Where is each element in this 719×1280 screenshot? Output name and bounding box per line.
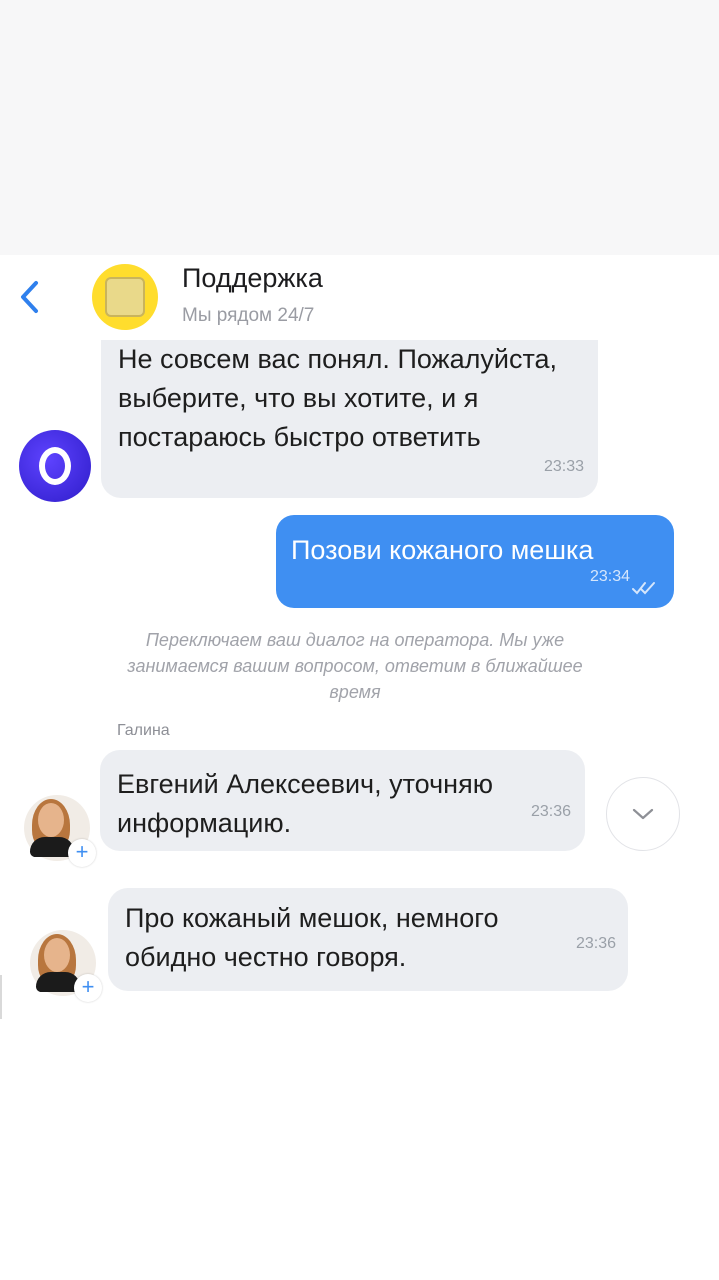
- message-text: Про кожаный мешок, немного обидно честно…: [125, 903, 499, 972]
- bot-logo-icon: [39, 447, 71, 485]
- back-button[interactable]: [14, 277, 44, 317]
- chat-subtitle: Мы рядом 24/7: [182, 305, 315, 326]
- double-check-icon: [632, 582, 655, 595]
- chevron-down-icon: [632, 808, 654, 820]
- message-time: 23:36: [575, 935, 616, 952]
- chat-screen: Поддержка Мы рядом 24/7 Не совсем вас по…: [0, 255, 719, 1020]
- chevron-left-icon: [21, 281, 38, 313]
- message-bubble-operator: Евгений Алексеевич, уточняю информацию. …: [100, 750, 585, 851]
- message-bubble-bot: Не совсем вас понял. Пожалуйста, выберит…: [101, 340, 598, 498]
- message-time: 23:33: [543, 458, 584, 475]
- operator-avatar[interactable]: +: [30, 930, 102, 1002]
- bank-emblem-icon: [105, 277, 145, 317]
- operator-avatar[interactable]: +: [24, 795, 96, 867]
- bottom-blank-area: [0, 1020, 719, 1280]
- avatar-face: [38, 803, 64, 837]
- message-text: Евгений Алексеевич, уточняю информацию.: [117, 769, 493, 838]
- bot-avatar: [19, 430, 91, 502]
- avatar-face: [44, 938, 70, 972]
- message-time: 23:36: [530, 803, 571, 820]
- message-text: Не совсем вас понял. Пожалуйста, выберит…: [118, 344, 558, 452]
- plus-icon[interactable]: +: [68, 839, 96, 867]
- top-blank-area: [0, 0, 719, 255]
- message-bubble-outgoing: Позови кожаного мешка 23:34: [276, 515, 674, 608]
- bank-logo-avatar[interactable]: [92, 264, 158, 330]
- message-time: 23:34: [589, 568, 630, 585]
- system-message: Переключаем ваш диалог на оператора. Мы …: [127, 630, 583, 702]
- sender-name: Галина: [117, 722, 170, 739]
- divider: [0, 975, 2, 1019]
- message-bubble-operator: Про кожаный мешок, немного обидно честно…: [108, 888, 628, 991]
- chat-title: Поддержка: [182, 263, 323, 293]
- scroll-down-button[interactable]: [606, 777, 680, 851]
- message-text: Позови кожаного мешка: [291, 535, 594, 565]
- plus-icon[interactable]: +: [74, 974, 102, 1002]
